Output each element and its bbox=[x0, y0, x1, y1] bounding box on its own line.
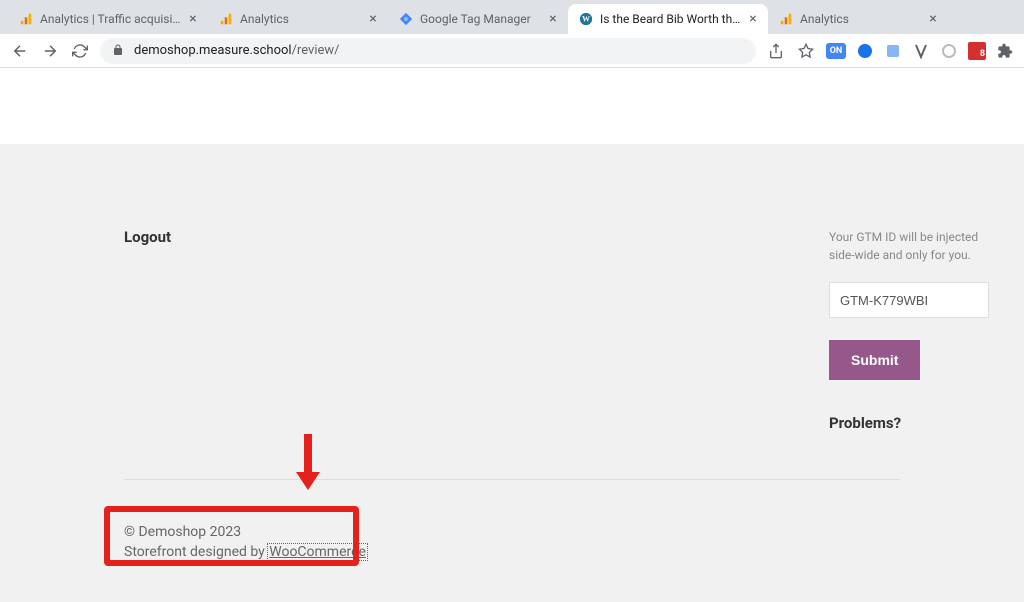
page-content: Logout Your GTM ID will be injected side… bbox=[0, 68, 1024, 602]
ga-icon bbox=[18, 11, 34, 27]
lock-icon bbox=[112, 44, 126, 58]
svg-text:W: W bbox=[582, 15, 590, 24]
ext-icon[interactable]: 8 bbox=[968, 42, 986, 60]
browser-tab[interactable]: Analytics × bbox=[208, 4, 388, 34]
tab-title: Is the Beard Bib Worth the Hy bbox=[600, 12, 742, 26]
share-icon[interactable] bbox=[766, 41, 786, 61]
page-footer: Logout Your GTM ID will be injected side… bbox=[0, 144, 1024, 602]
reload-button[interactable] bbox=[70, 41, 90, 61]
footer-divider bbox=[124, 479, 900, 480]
annotation-arrow-icon bbox=[294, 432, 324, 492]
gtm-note-text: Your GTM ID will be injected side-wide a… bbox=[829, 228, 994, 264]
back-button[interactable] bbox=[10, 41, 30, 61]
star-icon[interactable] bbox=[796, 41, 816, 61]
page-upper-spacer bbox=[0, 68, 1024, 144]
annotation-box bbox=[104, 506, 359, 566]
close-icon[interactable]: × bbox=[926, 12, 940, 26]
ext-icon[interactable] bbox=[940, 42, 958, 60]
submit-button[interactable]: Submit bbox=[829, 340, 920, 380]
wordpress-icon: W bbox=[578, 11, 594, 27]
browser-tab[interactable]: Google Tag Manager × bbox=[388, 4, 568, 34]
tab-title: Analytics bbox=[800, 12, 922, 26]
browser-tab-bar: Analytics | Traffic acquisition: × Analy… bbox=[0, 0, 1024, 34]
close-icon[interactable]: × bbox=[746, 12, 760, 26]
gtm-icon bbox=[398, 11, 414, 27]
tab-title: Analytics bbox=[240, 12, 362, 26]
url-input[interactable]: demoshop.measure.school/review/ bbox=[100, 38, 756, 64]
ga-icon bbox=[778, 11, 794, 27]
problems-link[interactable]: Problems? bbox=[829, 414, 994, 432]
tab-title: Google Tag Manager bbox=[420, 12, 542, 26]
ext-icon[interactable]: ON bbox=[826, 43, 846, 59]
close-icon[interactable]: × bbox=[546, 12, 560, 26]
close-icon[interactable]: × bbox=[186, 12, 200, 26]
ga-icon bbox=[218, 11, 234, 27]
ext-icon[interactable] bbox=[884, 42, 902, 60]
close-icon[interactable]: × bbox=[366, 12, 380, 26]
browser-tab-active[interactable]: W Is the Beard Bib Worth the Hy × bbox=[568, 4, 768, 34]
url-text: demoshop.measure.school/review/ bbox=[134, 43, 340, 58]
extensions-menu-icon[interactable] bbox=[996, 42, 1014, 60]
ext-icon[interactable] bbox=[912, 42, 930, 60]
browser-tab[interactable]: Analytics × bbox=[768, 4, 948, 34]
extension-icons: ON 8 bbox=[826, 42, 1014, 60]
gtm-id-input[interactable] bbox=[829, 282, 989, 318]
tab-title: Analytics | Traffic acquisition: bbox=[40, 12, 182, 26]
browser-tab[interactable]: Analytics | Traffic acquisition: × bbox=[8, 4, 208, 34]
ext-icon[interactable] bbox=[856, 42, 874, 60]
forward-button[interactable] bbox=[40, 41, 60, 61]
address-bar: demoshop.measure.school/review/ ON 8 bbox=[0, 34, 1024, 68]
